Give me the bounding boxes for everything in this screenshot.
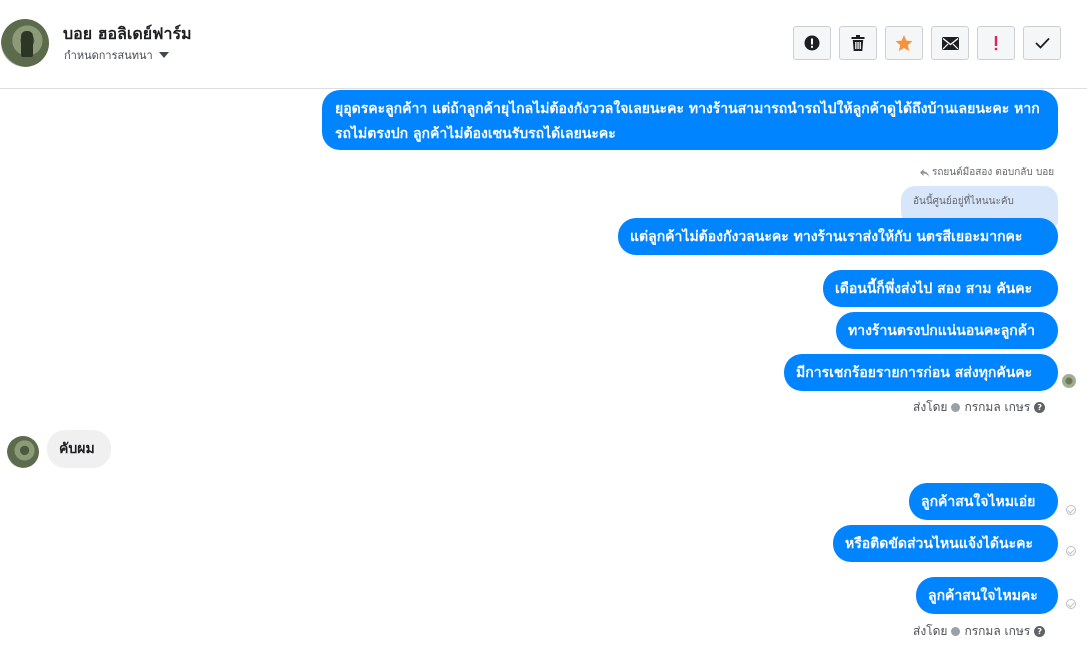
caret-down-icon <box>158 52 169 58</box>
reply-note: รถยนต์มือสอง ตอบกลับ บอย <box>920 165 1054 180</box>
sent-by-label: ส่งโดย <box>913 624 948 638</box>
star-icon <box>895 34 913 51</box>
outgoing-message[interactable]: ลูกค้าสนใจไหมเอ่ย <box>909 483 1058 520</box>
outgoing-message[interactable]: แต่ลูกค้าไม่ต้องกังวลนะคะ ทางร้านเราส่งใ… <box>618 218 1058 255</box>
seen-avatar <box>1062 374 1076 388</box>
outgoing-message[interactable]: มีการเชกร้อยรายการก่อน สส่งทุกคันคะ <box>784 354 1058 391</box>
delivered-icon <box>1066 599 1076 609</box>
star-button[interactable] <box>885 26 923 60</box>
contact-name[interactable]: บอย ฮอลิเดย์ฟาร์ม <box>63 22 192 47</box>
incoming-message[interactable]: คับผม <box>47 430 111 468</box>
outgoing-message[interactable]: หรือติดขัดส่วนไหนแจ้งได้นะคะ <box>833 525 1058 562</box>
help-icon[interactable]: ? <box>1034 626 1046 637</box>
envelope-icon <box>941 36 959 50</box>
sender-name[interactable]: กรกมล เกษร <box>964 622 1030 641</box>
reply-arrow-icon <box>920 168 929 177</box>
outgoing-message[interactable]: เดือนนี้ก็พึ่งส่งไป สอง สาม คันคะ <box>823 270 1058 307</box>
delivered-icon <box>1066 505 1076 515</box>
conversation-settings-label: กำหนดการสนทนา <box>64 49 153 62</box>
sent-by-note: ส่งโดย กรกมล เกษร ? <box>913 398 1046 417</box>
outgoing-message[interactable]: ทางร้านตรงปกแน่นอนคะลูกค้า <box>836 312 1058 349</box>
conversation-toolbar <box>793 26 1061 60</box>
alert-circle-icon <box>804 35 820 51</box>
conversation-settings-dropdown[interactable]: กำหนดการสนทนา <box>64 46 169 64</box>
report-button[interactable] <box>793 26 831 60</box>
mark-unread-button[interactable] <box>931 26 969 60</box>
exclamation-icon <box>994 36 998 51</box>
verified-icon <box>951 627 961 636</box>
sent-by-note: ส่งโดย กรกมล เกษร ? <box>913 622 1046 641</box>
outgoing-message[interactable]: ลูกค้าสนใจไหมคะ <box>916 577 1058 614</box>
mark-spam-button[interactable] <box>977 26 1015 60</box>
outgoing-message[interactable]: ยุอุดรคะลูกค้าา แต่ถ้าลูกค้ายุไกลไม่ต้อง… <box>322 90 1058 150</box>
reply-note-text: รถยนต์มือสอง ตอบกลับ บอย <box>932 167 1055 178</box>
help-icon[interactable]: ? <box>1034 402 1046 413</box>
delivered-icon <box>1066 546 1076 556</box>
delete-button[interactable] <box>839 26 877 60</box>
checkmark-icon <box>1034 37 1050 49</box>
conversation-header: บอย ฮอลิเดย์ฟาร์ม กำหนดการสนทนา <box>0 0 1087 89</box>
sent-by-label: ส่งโดย <box>913 400 948 414</box>
mark-done-button[interactable] <box>1023 26 1061 60</box>
trash-icon <box>851 35 865 51</box>
verified-icon <box>951 403 961 412</box>
contact-avatar-small[interactable] <box>7 436 39 468</box>
contact-avatar[interactable] <box>1 19 49 67</box>
sender-name[interactable]: กรกมล เกษร <box>964 398 1030 417</box>
